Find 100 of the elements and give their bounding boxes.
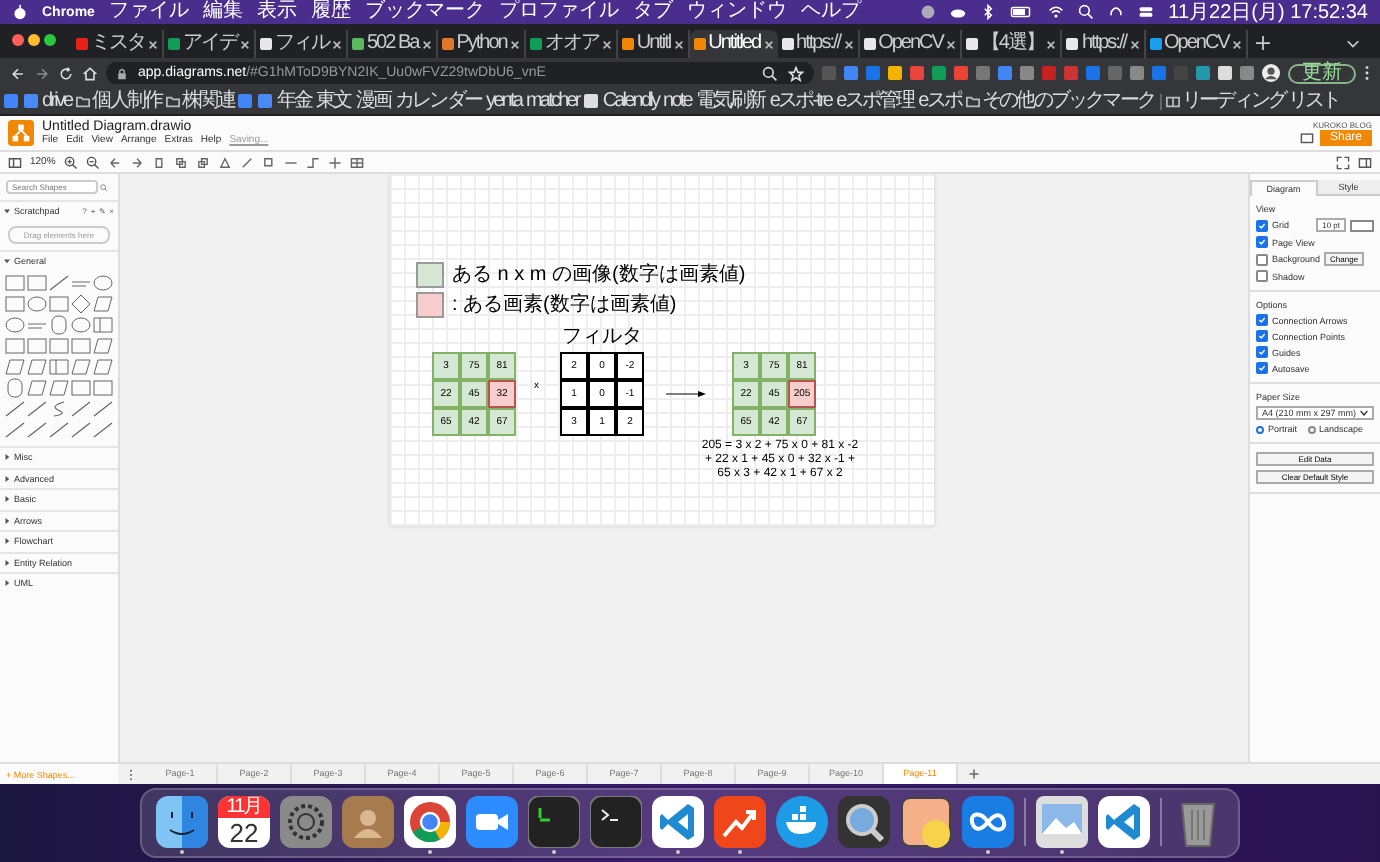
- close-icon[interactable]: [509, 39, 520, 49]
- radio-button[interactable]: [1256, 425, 1264, 433]
- close-icon[interactable]: [240, 39, 250, 49]
- menu-item[interactable]: ファイル: [108, 0, 189, 24]
- headphones-icon[interactable]: [1108, 4, 1125, 20]
- more-icon[interactable]: [1364, 64, 1370, 82]
- zoom-in-icon[interactable]: [63, 155, 78, 169]
- grid-color-button[interactable]: [1350, 219, 1374, 231]
- gear-icon[interactable]: [280, 796, 332, 848]
- caret-right-icon[interactable]: [4, 580, 10, 587]
- forward-icon[interactable]: [34, 65, 50, 81]
- bookmark-link[interactable]: eスポ管理: [836, 89, 914, 113]
- browser-icon[interactable]: [404, 796, 456, 848]
- menu-item[interactable]: 表示: [256, 0, 297, 24]
- close-icon[interactable]: [673, 39, 684, 49]
- browser-tab[interactable]: Untitled: [689, 30, 778, 58]
- close-icon[interactable]: [148, 39, 158, 49]
- bookmark-link[interactable]: eスポ-tre: [769, 89, 832, 113]
- bookmark-link[interactable]: yenta: [486, 89, 521, 113]
- radio-button[interactable]: [1307, 425, 1316, 433]
- new-tab-icon[interactable]: [1255, 36, 1270, 50]
- search-icon[interactable]: [1078, 4, 1095, 20]
- wifi-icon[interactable]: [1048, 4, 1065, 20]
- zoom-icon[interactable]: [762, 65, 778, 81]
- menu-item[interactable]: ウィンドウ: [686, 0, 787, 24]
- bookmark-link[interactable]: note: [663, 89, 691, 113]
- video-camera-icon[interactable]: [466, 796, 518, 848]
- undo-icon[interactable]: [107, 155, 122, 169]
- bookmark-icon[interactable]: [583, 94, 598, 108]
- caret-right-icon[interactable]: [4, 475, 10, 482]
- bookmark-link[interactable]: 漫画: [355, 89, 391, 113]
- checkbox[interactable]: [1256, 219, 1268, 231]
- menu-item[interactable]: 編集: [202, 0, 243, 24]
- checkbox[interactable]: [1256, 270, 1268, 282]
- bookmark-folder[interactable]: 個人制作: [76, 89, 162, 113]
- terminal-icon[interactable]: [528, 796, 580, 848]
- smiley-icon[interactable]: [156, 796, 208, 848]
- window-zoom-button[interactable]: [44, 34, 56, 46]
- add-page-icon[interactable]: [968, 768, 980, 780]
- photo-viewer-icon[interactable]: [1036, 796, 1088, 848]
- bookmark-link[interactable]: drive: [42, 89, 72, 113]
- waypoint-icon[interactable]: [305, 155, 320, 169]
- chevron-down-icon[interactable]: [1360, 410, 1368, 416]
- whale-icon[interactable]: [776, 796, 828, 848]
- bookmark-link[interactable]: 年金: [276, 89, 312, 113]
- checkbox[interactable]: [1256, 362, 1268, 374]
- front-icon[interactable]: [173, 155, 188, 169]
- contact-book-icon[interactable]: [342, 796, 394, 848]
- star-icon[interactable]: [788, 65, 804, 81]
- close-icon[interactable]: [1046, 39, 1057, 49]
- zoom-out-icon[interactable]: [85, 155, 100, 169]
- menu-item[interactable]: タブ: [632, 0, 673, 24]
- close-icon[interactable]: [421, 39, 432, 49]
- caret-right-icon[interactable]: [4, 517, 10, 524]
- circle-icon[interactable]: [920, 4, 937, 20]
- apple-icon[interactable]: [12, 4, 28, 20]
- window-close-button[interactable]: [12, 34, 24, 46]
- sticker-icon[interactable]: [900, 796, 952, 848]
- bluetooth-icon[interactable]: [980, 4, 997, 20]
- caret-down-icon[interactable]: [4, 208, 10, 215]
- bookmark-folder[interactable]: その他のブックマーク: [966, 89, 1155, 113]
- code-editor-icon[interactable]: [1098, 796, 1150, 848]
- close-icon[interactable]: [843, 39, 854, 49]
- close-icon[interactable]: [332, 39, 342, 49]
- close-icon[interactable]: [945, 39, 956, 49]
- bookmark-link[interactable]: 東文: [316, 89, 351, 113]
- comment-icon[interactable]: [1299, 131, 1314, 145]
- fullscreen-icon[interactable]: [1336, 155, 1350, 169]
- checkbox[interactable]: [1256, 346, 1268, 358]
- caret-right-icon[interactable]: [4, 454, 10, 461]
- checkbox[interactable]: [1256, 236, 1268, 248]
- code-editor-icon[interactable]: [652, 796, 704, 848]
- checkbox[interactable]: [1256, 330, 1268, 342]
- home-icon[interactable]: [82, 65, 98, 81]
- caret-right-icon[interactable]: [4, 538, 10, 545]
- back-icon[interactable]: [195, 155, 210, 169]
- panel-layout-icon[interactable]: [8, 155, 22, 169]
- bookmark-link[interactable]: Calendly: [602, 89, 659, 113]
- close-icon[interactable]: [763, 39, 774, 49]
- chevron-down-icon[interactable]: [1346, 36, 1360, 50]
- bookmark-folder[interactable]: 株関連: [166, 89, 234, 113]
- update-button[interactable]: 更新: [1288, 63, 1356, 83]
- close-icon[interactable]: [1231, 39, 1242, 49]
- lock-icon[interactable]: [116, 67, 128, 79]
- table-icon[interactable]: [349, 155, 364, 169]
- format-panel-icon[interactable]: [1358, 155, 1372, 169]
- caret-right-icon[interactable]: [4, 496, 10, 503]
- checkbox[interactable]: [1256, 253, 1268, 265]
- window-minimize-button[interactable]: [28, 34, 40, 46]
- avatar-icon[interactable]: [1262, 64, 1280, 82]
- redo-icon[interactable]: [129, 155, 144, 169]
- lens-icon[interactable]: [838, 796, 890, 848]
- caret-right-icon[interactable]: [4, 559, 10, 566]
- caret-down-icon[interactable]: [4, 257, 10, 264]
- pencil-icon[interactable]: [239, 155, 254, 169]
- calendar-icon[interactable]: 11月 22: [218, 796, 270, 848]
- battery-icon[interactable]: [1010, 4, 1035, 20]
- bookmark-link[interactable]: eスポ: [918, 89, 962, 113]
- menu-item[interactable]: 履歴: [310, 0, 351, 24]
- menu-item[interactable]: ブックマーク: [364, 0, 485, 24]
